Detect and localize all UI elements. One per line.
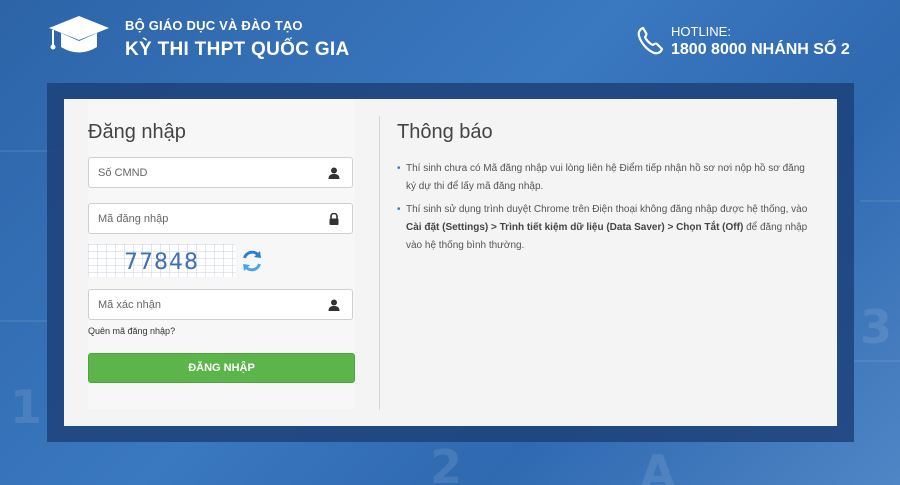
notice-item: Thí sinh sử dụng trình duyệt Chrome trên…	[397, 201, 813, 255]
phone-icon	[637, 26, 664, 55]
notice-item-text: Thí sinh sử dụng trình duyệt Chrome trên…	[406, 204, 808, 215]
login-code-field[interactable]	[88, 203, 353, 234]
notice-item-text: Thí sinh chưa có Mã đăng nhập vui lòng l…	[406, 163, 805, 192]
org-name: BỘ GIÁO DỤC VÀ ĐÀO TẠO	[125, 18, 303, 33]
verification-code-field[interactable]	[88, 289, 353, 320]
exam-name: KỲ THI THPT QUỐC GIA	[125, 39, 350, 60]
verification-code-input[interactable]	[89, 290, 318, 319]
login-panel: Đăng nhập 77848	[64, 99, 837, 426]
lock-icon	[329, 213, 339, 225]
login-title: Đăng nhập	[88, 121, 186, 143]
user-icon	[328, 299, 340, 311]
login-form: Đăng nhập 77848	[88, 99, 355, 409]
notice-item-emphasis: Cài đặt (Settings) > Trình tiết kiệm dữ …	[406, 222, 744, 233]
id-number-input[interactable]	[89, 158, 318, 187]
forgot-code-link[interactable]: Quên mã đăng nhập?	[88, 326, 175, 336]
notice-title: Thông báo	[397, 121, 493, 143]
id-number-field[interactable]	[88, 157, 353, 188]
notice-list: Thí sinh chưa có Mã đăng nhập vui lòng l…	[397, 160, 813, 260]
notice-item: Thí sinh chưa có Mã đăng nhập vui lòng l…	[397, 160, 813, 196]
hotline-number: 1800 8000 NHÁNH SỐ 2	[671, 41, 850, 58]
hotline-label: HOTLINE:	[671, 24, 731, 39]
login-code-input[interactable]	[89, 204, 318, 233]
graduation-cap-icon	[49, 16, 109, 53]
captcha-text: 77848	[124, 250, 199, 275]
user-icon	[328, 167, 340, 179]
hotline: HOTLINE: 1800 8000 NHÁNH SỐ 2	[636, 24, 850, 59]
login-button[interactable]: ĐĂNG NHẬP	[88, 353, 355, 383]
brand: BỘ GIÁO DỤC VÀ ĐÀO TẠO KỲ THI THPT QUỐC …	[125, 18, 350, 61]
captcha-image: 77848	[88, 244, 236, 277]
column-divider	[379, 116, 380, 410]
refresh-icon[interactable]	[240, 249, 264, 273]
